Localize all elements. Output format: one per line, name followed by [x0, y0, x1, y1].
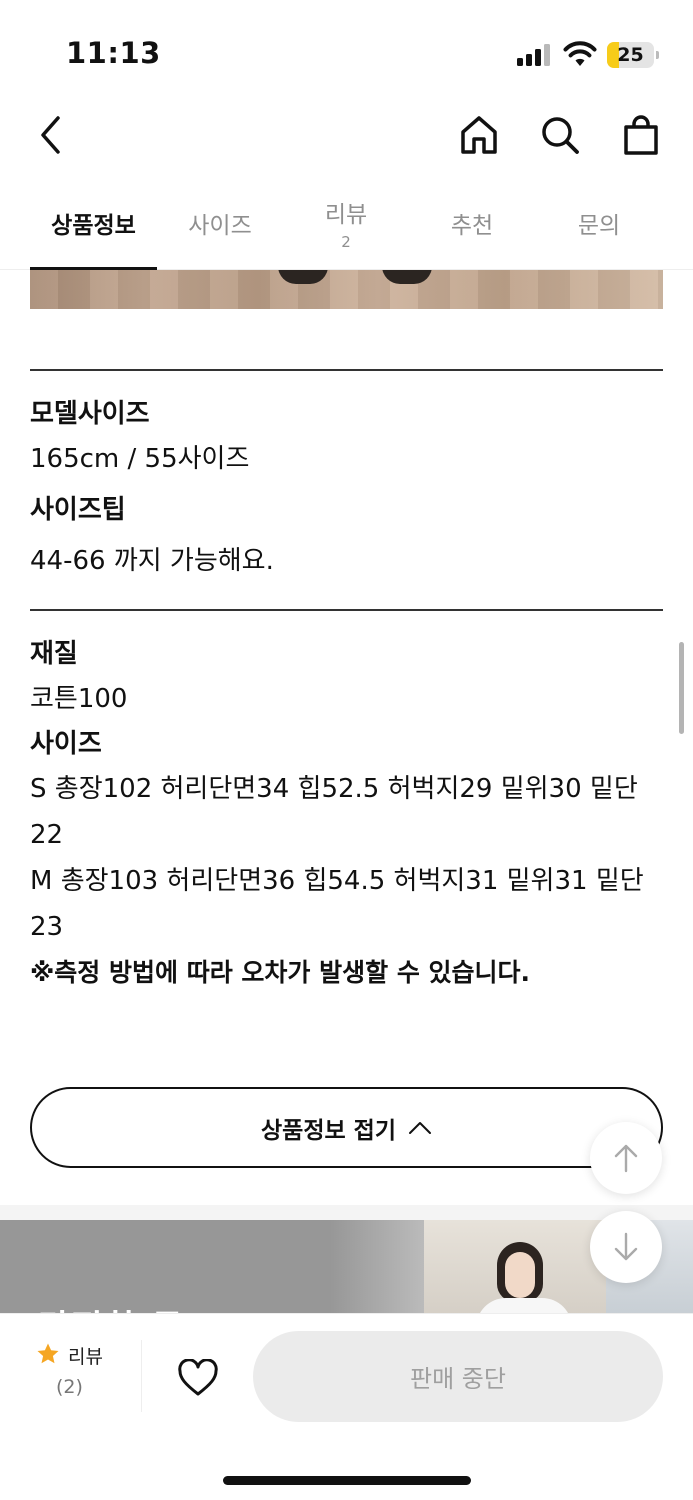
sandal-right [382, 270, 432, 284]
material-size-section: 재질 코튼100 사이즈 S 총장102 허리단면34 힙52.5 허벅지29 … [30, 632, 670, 996]
wifi-icon [563, 41, 597, 66]
battery-cap [656, 51, 659, 59]
section-divider [30, 609, 663, 611]
chevron-up-icon [408, 1121, 431, 1134]
battery-indicator: 25 [607, 42, 659, 68]
product-tabs: 상품정보 사이즈 리뷰 2 추천 문의 [0, 176, 693, 270]
tab-review[interactable]: 리뷰 2 [283, 176, 409, 270]
material-title: 재질 [30, 639, 78, 669]
sale-stopped-button[interactable]: 판매 중단 [253, 1331, 663, 1422]
cellular-signal-icon [517, 44, 551, 66]
status-bar: 11:13 25 [0, 0, 693, 100]
collapse-product-info-button[interactable]: 상품정보 접기 [30, 1087, 663, 1168]
nav-bar [0, 100, 693, 170]
home-icon [461, 116, 497, 154]
shopping-bag-icon [624, 115, 658, 155]
cart-button[interactable] [616, 110, 666, 160]
recommendation-banner[interactable]: 단정한 무드 [0, 1220, 693, 1320]
tab-product-info[interactable]: 상품정보 [30, 176, 157, 270]
tab-label: 상품정보 [51, 213, 136, 239]
tab-label: 리뷰 [324, 202, 368, 228]
section-gap [0, 1205, 693, 1220]
arrow-down-icon [614, 1232, 638, 1261]
scroll-to-top-button[interactable] [590, 1122, 662, 1194]
size-line-s: S 총장102 허리단면34 힙52.5 허벅지29 밑위30 밑단22 [30, 774, 638, 850]
size-tip-value: 44-66 까지 가능해요. [30, 546, 274, 576]
model-size-title: 모델사이즈 [30, 399, 150, 429]
size-tip-title: 사이즈팁 [30, 495, 126, 525]
collapse-button-label: 상품정보 접기 [261, 1117, 396, 1144]
sandal-left [278, 270, 328, 284]
product-image [30, 270, 663, 309]
scroll-down-button[interactable] [590, 1211, 662, 1283]
tab-review-count: 2 [341, 233, 351, 251]
section-divider [30, 369, 663, 371]
battery-icon: 25 [607, 42, 654, 68]
arrow-up-icon [614, 1144, 638, 1173]
material-value: 코튼100 [30, 684, 128, 714]
chevron-left-icon [41, 116, 60, 154]
wishlist-button[interactable] [170, 1350, 226, 1406]
home-indicator [223, 1476, 471, 1485]
bottom-bar-separator [141, 1340, 142, 1412]
scrollbar[interactable] [679, 642, 684, 734]
battery-percentage: 25 [617, 44, 644, 66]
review-count: (2) [56, 1376, 83, 1398]
banner-gradient [330, 1220, 430, 1320]
star-icon [37, 1343, 59, 1364]
tab-inquiry[interactable]: 문의 [535, 176, 663, 270]
size-line-m: M 총장103 허리단면36 힙54.5 허벅지31 밑위31 밑단23 [30, 866, 644, 942]
back-button[interactable] [26, 110, 76, 160]
tab-label: 사이즈 [188, 213, 252, 239]
model-size-value: 165cm / 55사이즈 [30, 444, 250, 474]
status-time: 11:13 [66, 36, 161, 70]
bottom-action-bar: 리뷰 (2) 판매 중단 [0, 1313, 693, 1500]
measurement-note: ※측정 방법에 따라 오차가 발생할 수 있습니다. [30, 958, 531, 987]
tab-label: 문의 [577, 213, 621, 239]
review-summary-button[interactable]: 리뷰 (2) [30, 1334, 140, 1414]
search-button[interactable] [535, 110, 585, 160]
tab-label: 추천 [450, 213, 494, 239]
model-size-section: 모델사이즈 165cm / 55사이즈 사이즈팁 44-66 까지 가능해요. [30, 392, 670, 584]
home-button[interactable] [454, 110, 504, 160]
search-icon [542, 117, 579, 154]
review-label: 리뷰 [68, 1346, 103, 1368]
heart-icon [178, 1359, 218, 1396]
banner-model-face [505, 1252, 535, 1298]
size-title: 사이즈 [30, 729, 102, 759]
tab-recommend[interactable]: 추천 [409, 176, 535, 270]
tab-size[interactable]: 사이즈 [157, 176, 283, 270]
